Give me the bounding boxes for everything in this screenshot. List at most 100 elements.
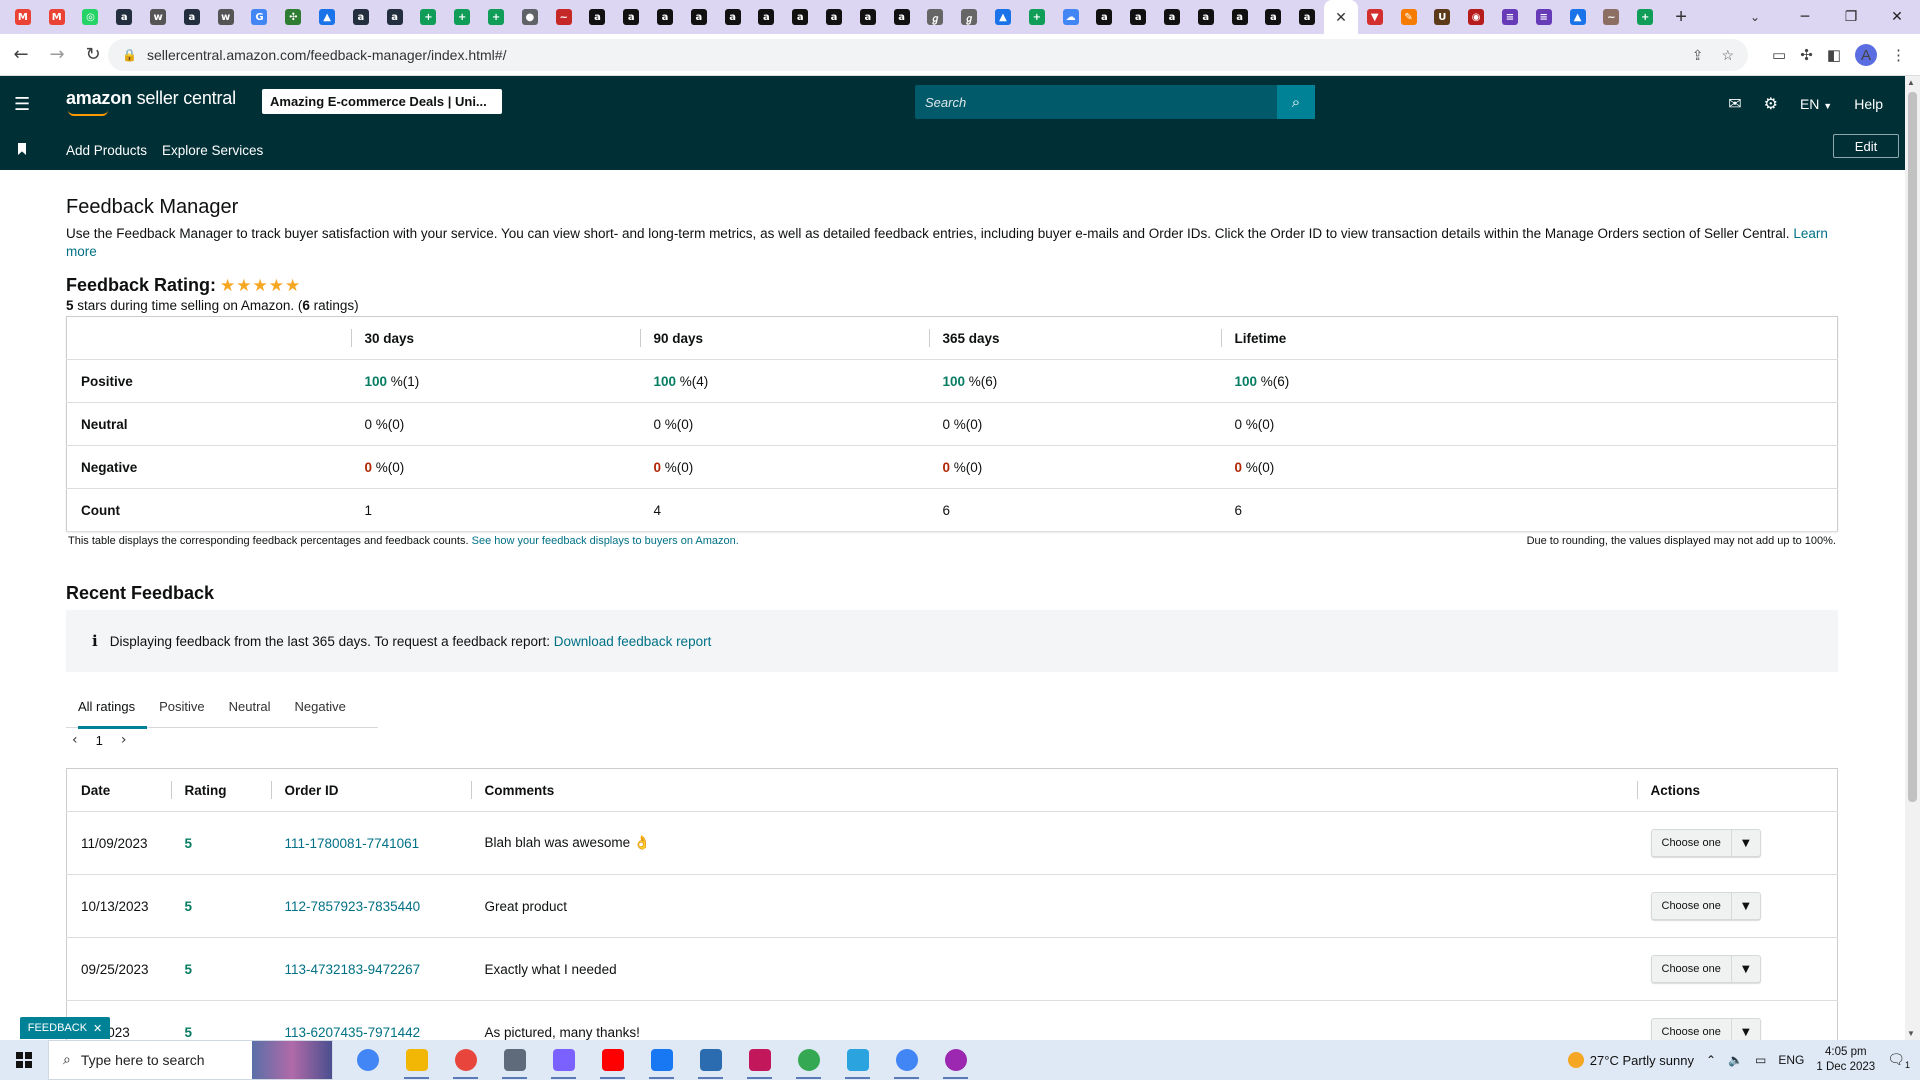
- browser-tab[interactable]: ◎: [74, 0, 108, 34]
- order-id-link[interactable]: 113-6207435-7971442: [285, 1025, 421, 1040]
- browser-tab[interactable]: ◉: [1459, 0, 1493, 34]
- browser-tab[interactable]: a: [1121, 0, 1155, 34]
- browser-tab[interactable]: ▲: [310, 0, 344, 34]
- taskbar-app[interactable]: [490, 1040, 539, 1080]
- weather-widget[interactable]: 27°C Partly sunny: [1567, 1052, 1694, 1068]
- browser-tab[interactable]: w: [141, 0, 175, 34]
- browser-tab[interactable]: ●: [513, 0, 547, 34]
- taskbar-app[interactable]: [637, 1040, 686, 1080]
- browser-tab[interactable]: a: [614, 0, 648, 34]
- browser-tab[interactable]: a: [175, 0, 209, 34]
- network-icon[interactable]: ▭: [1755, 1053, 1766, 1067]
- action-dropdown[interactable]: Choose one ▼: [1650, 955, 1761, 983]
- browser-tab[interactable]: ▼: [1358, 0, 1392, 34]
- browser-tab[interactable]: U: [1425, 0, 1459, 34]
- nav-explore-services[interactable]: Explore Services: [162, 143, 263, 158]
- tab-negative[interactable]: Negative: [283, 684, 358, 728]
- browser-tab[interactable]: a: [1155, 0, 1189, 34]
- tray-chevron-icon[interactable]: ⌃: [1706, 1053, 1716, 1067]
- feedback-badge[interactable]: FEEDBACK ✕: [20, 1017, 110, 1039]
- browser-tab[interactable]: a: [1290, 0, 1324, 34]
- browser-tab[interactable]: ℊ: [952, 0, 986, 34]
- new-tab-icon[interactable]: +: [1666, 6, 1696, 29]
- hamburger-menu-icon[interactable]: ☰: [14, 94, 30, 115]
- scroll-down-icon[interactable]: ▼: [1907, 1029, 1915, 1038]
- taskbar-app[interactable]: [833, 1040, 882, 1080]
- browser-tab[interactable]: a: [716, 0, 750, 34]
- language-selector[interactable]: EN ▼: [1800, 96, 1832, 112]
- action-dropdown[interactable]: Choose one ▼: [1650, 892, 1761, 920]
- reload-icon[interactable]: ↻: [78, 40, 108, 70]
- minimize-icon[interactable]: ─: [1782, 0, 1828, 34]
- browser-tab[interactable]: a: [750, 0, 784, 34]
- input-language[interactable]: ENG: [1778, 1053, 1804, 1067]
- tab-positive[interactable]: Positive: [147, 684, 217, 728]
- clock[interactable]: 4:05 pm 1 Dec 2023: [1816, 1045, 1875, 1075]
- action-dropdown[interactable]: Choose one ▼: [1650, 829, 1761, 857]
- browser-tab[interactable]: a: [682, 0, 716, 34]
- taskbar-app[interactable]: [343, 1040, 392, 1080]
- taskbar-search[interactable]: ⌕ Type here to search: [48, 1040, 333, 1080]
- browser-tab[interactable]: a: [783, 0, 817, 34]
- browser-tab[interactable]: a: [648, 0, 682, 34]
- tab-search-icon[interactable]: ⌄: [1740, 0, 1770, 34]
- scroll-up-icon[interactable]: ▲: [1907, 78, 1915, 87]
- bookmark-star-icon[interactable]: ☆: [1721, 47, 1734, 64]
- browser-tab[interactable]: w: [209, 0, 243, 34]
- browser-tab[interactable]: ~: [1594, 0, 1628, 34]
- close-icon[interactable]: ✕: [93, 1022, 102, 1035]
- taskbar-app[interactable]: [784, 1040, 833, 1080]
- scrollbar-thumb[interactable]: [1908, 92, 1917, 802]
- prev-page-icon[interactable]: ‹: [72, 732, 78, 748]
- browser-tab[interactable]: a: [581, 0, 615, 34]
- browser-tab[interactable]: ≡: [1493, 0, 1527, 34]
- browser-tab[interactable]: ✣: [276, 0, 310, 34]
- store-selector[interactable]: Amazing E-commerce Deals | Uni...: [262, 89, 502, 114]
- browser-tab[interactable]: ✎: [1392, 0, 1426, 34]
- browser-tab[interactable]: +: [1020, 0, 1054, 34]
- nav-add-products[interactable]: Add Products: [66, 143, 147, 158]
- back-icon[interactable]: ←: [6, 40, 36, 70]
- browser-tab[interactable]: a: [851, 0, 885, 34]
- bookmark-icon[interactable]: [18, 143, 26, 155]
- order-id-link[interactable]: 112-7857923-7835440: [285, 899, 421, 914]
- window-close-icon[interactable]: ✕: [1874, 0, 1920, 34]
- mail-icon[interactable]: ✉: [1728, 94, 1741, 114]
- browser-tab[interactable]: a: [817, 0, 851, 34]
- next-page-icon[interactable]: ›: [121, 732, 127, 748]
- order-id-link[interactable]: 111-1780081-7741061: [285, 836, 420, 851]
- address-bar[interactable]: 🔒 sellercentral.amazon.com/feedback-mana…: [108, 39, 1748, 71]
- taskbar-app[interactable]: [539, 1040, 588, 1080]
- browser-tab[interactable]: ≡: [1527, 0, 1561, 34]
- browser-tab[interactable]: a: [885, 0, 919, 34]
- maximize-icon[interactable]: ❐: [1828, 0, 1874, 34]
- extensions-puzzle-icon[interactable]: ✣: [1800, 46, 1813, 64]
- start-button[interactable]: [0, 1040, 48, 1080]
- tab-neutral[interactable]: Neutral: [217, 684, 283, 728]
- extension-off-icon[interactable]: ▭: [1772, 46, 1786, 64]
- taskbar-app[interactable]: [931, 1040, 980, 1080]
- search-icon[interactable]: ⌕: [1277, 85, 1315, 119]
- browser-tab[interactable]: +: [1628, 0, 1662, 34]
- browser-tab[interactable]: ☁: [1054, 0, 1088, 34]
- search-input[interactable]: [915, 85, 1277, 119]
- browser-tab[interactable]: a: [1223, 0, 1257, 34]
- taskbar-app[interactable]: [735, 1040, 784, 1080]
- notification-icon[interactable]: 🗨1: [1887, 1051, 1910, 1070]
- order-id-link[interactable]: 113-4732183-9472267: [285, 962, 421, 977]
- profile-avatar[interactable]: A: [1855, 44, 1877, 66]
- edit-nav-button[interactable]: Edit: [1833, 134, 1899, 158]
- browser-tab[interactable]: ✕: [1324, 0, 1358, 34]
- browser-tab[interactable]: a: [1189, 0, 1223, 34]
- browser-tab[interactable]: ▲: [1561, 0, 1595, 34]
- browser-tab[interactable]: ~: [547, 0, 581, 34]
- current-page[interactable]: 1: [96, 733, 103, 748]
- browser-tab[interactable]: +: [445, 0, 479, 34]
- browser-tab[interactable]: a: [344, 0, 378, 34]
- browser-tab[interactable]: M: [40, 0, 74, 34]
- tab-all-ratings[interactable]: All ratings: [66, 684, 148, 729]
- browser-tab[interactable]: ℊ: [919, 0, 953, 34]
- help-link[interactable]: Help: [1854, 96, 1883, 112]
- browser-tab[interactable]: +: [412, 0, 446, 34]
- side-panel-icon[interactable]: ◧: [1827, 46, 1841, 64]
